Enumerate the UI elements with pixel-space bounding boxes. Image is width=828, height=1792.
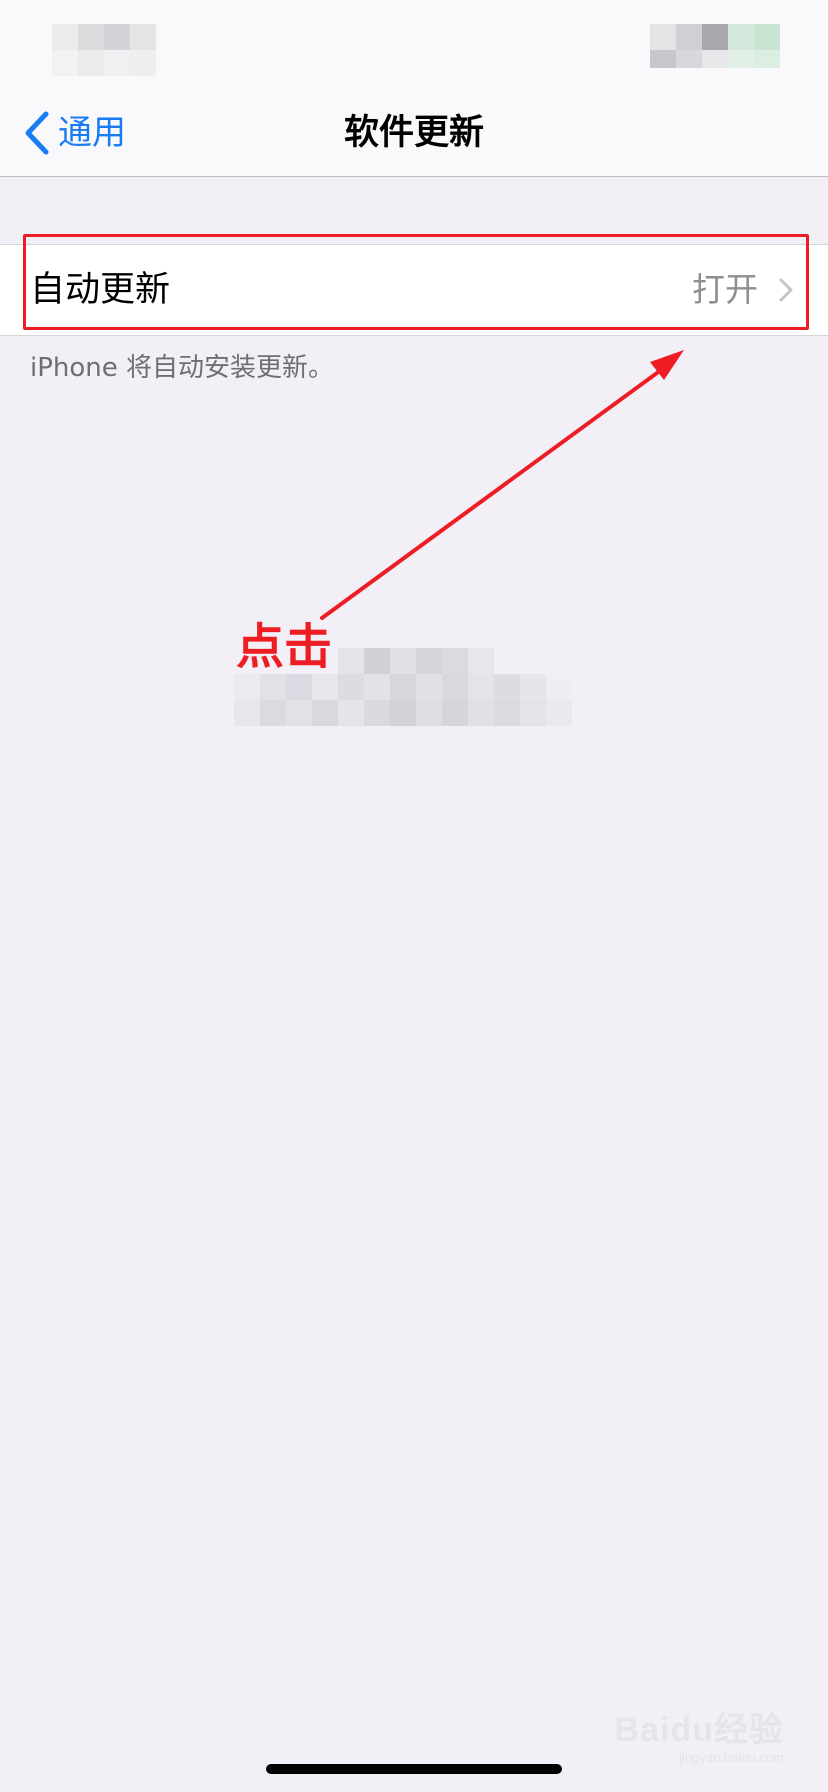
auto-update-value: 打开	[692, 270, 758, 309]
auto-update-row[interactable]: 自动更新 打开	[0, 244, 828, 336]
watermark-url: jingyan.baidu.com	[679, 1750, 784, 1765]
section-footer-note: iPhone 将自动安装更新。	[30, 353, 335, 383]
chevron-right-icon	[779, 278, 793, 302]
annotation-label: 点击	[236, 619, 333, 675]
watermark-logo: Baidu经验	[614, 1711, 784, 1749]
page-title: 软件更新	[343, 113, 484, 153]
home-indicator[interactable]	[266, 1764, 562, 1774]
navigation-bar: 通用 软件更新	[0, 90, 828, 177]
status-bar	[0, 0, 828, 90]
auto-update-label: 自动更新	[30, 270, 171, 310]
